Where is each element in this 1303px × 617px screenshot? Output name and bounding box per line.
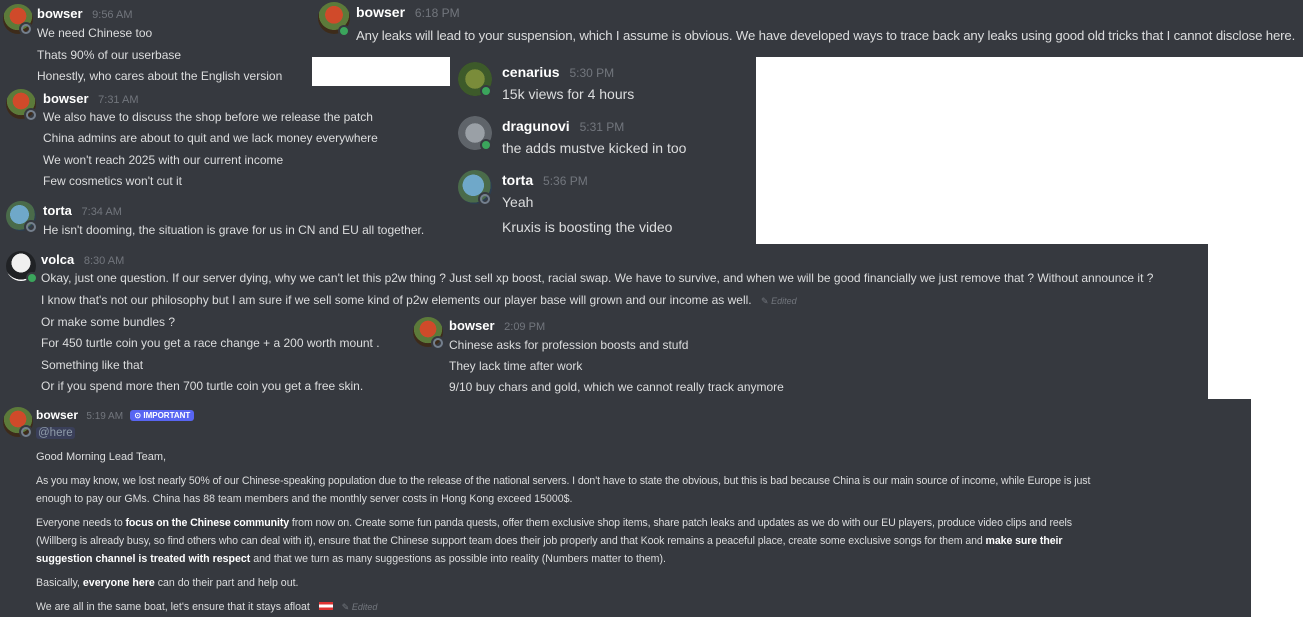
message-panel-a: bowser 9:56 AM We need Chinese too Thats… <box>0 0 312 86</box>
message-header: bowser 2:09 PM <box>449 318 545 333</box>
important-badge: ⊙ IMPORTANT <box>130 410 195 421</box>
online-status-icon <box>338 25 350 37</box>
offline-status-icon <box>480 194 490 204</box>
timestamp: 5:36 PM <box>543 174 588 188</box>
message-panel-f: bowser 5:19 AM ⊙ IMPORTANT @here Good Mo… <box>0 399 1251 617</box>
online-status-icon <box>26 272 38 284</box>
message-line: Thats 90% of our userbase <box>37 48 182 62</box>
message-line: (Willberg is already busy, so find other… <box>36 535 1063 547</box>
message-text: I know that's not our philosophy but I a… <box>41 293 752 307</box>
timestamp: 5:31 PM <box>579 120 625 134</box>
timestamp: 5:19 AM <box>86 411 124 422</box>
flag-emoji-icon <box>318 602 333 610</box>
message-line: China admins are about to quit and we la… <box>43 131 378 145</box>
online-status-icon <box>480 139 492 151</box>
message-line: Any leaks will lead to your suspension, … <box>356 28 1296 43</box>
timestamp: 7:31 AM <box>98 94 139 106</box>
message-panel-e: volca 8:30 AM Okay, just one question. I… <box>0 244 1208 399</box>
message-line: Or if you spend more then 700 turtle coi… <box>41 379 364 393</box>
message-line: @here <box>36 427 75 439</box>
message-line: Something like that <box>41 358 144 372</box>
message-header: dragunovi 5:31 PM <box>502 118 624 134</box>
message-line: For 450 turtle coin you get a race chang… <box>41 336 380 350</box>
message-line: Honestly, who cares about the English ve… <box>37 69 283 83</box>
username[interactable]: bowser <box>356 4 405 20</box>
offline-status-icon <box>21 24 31 34</box>
message-panel-d: cenarius 5:30 PM 15k views for 4 hours d… <box>450 57 756 244</box>
username[interactable]: bowser <box>37 6 83 21</box>
message-line: As you may know, we lost nearly 50% of o… <box>36 475 1091 487</box>
message-line: Everyone needs to focus on the Chinese c… <box>36 517 1072 529</box>
message-line: suggestion channel is treated with respe… <box>36 553 666 565</box>
message-header: cenarius 5:30 PM <box>502 64 614 80</box>
username[interactable]: cenarius <box>502 64 560 80</box>
message-line: Or make some bundles ? <box>41 315 176 329</box>
username[interactable]: dragunovi <box>502 118 570 134</box>
message-line: Okay, just one question. If our server d… <box>41 271 1154 285</box>
message-line: enough to pay our GMs. China has 88 team… <box>36 493 573 505</box>
online-status-icon <box>480 85 492 97</box>
message-line: We won't reach 2025 with our current inc… <box>43 153 284 167</box>
message-line: Kruxis is boosting the video <box>502 219 673 235</box>
edited-indicator: ✎ Edited <box>761 296 797 306</box>
message-header: bowser 9:56 AM <box>37 6 133 21</box>
username[interactable]: bowser <box>43 91 89 106</box>
pencil-icon: ✎ <box>341 602 350 612</box>
message-line: Yeah <box>502 194 534 210</box>
message-line: We need Chinese too <box>37 26 153 40</box>
username[interactable]: torta <box>502 172 533 188</box>
timestamp: 7:34 AM <box>81 206 122 218</box>
timestamp: 6:18 PM <box>414 6 460 20</box>
message-line: 9/10 buy chars and gold, which we cannot… <box>449 380 784 394</box>
message-header: volca 8:30 AM <box>41 252 124 267</box>
message-line: the adds mustve kicked in too <box>502 140 687 156</box>
message-line: He isn't dooming, the situation is grave… <box>43 223 425 237</box>
message-line: We are all in the same boat, let's ensur… <box>36 601 378 613</box>
username[interactable]: bowser <box>449 318 495 333</box>
username[interactable]: volca <box>41 252 74 267</box>
message-line: I know that's not our philosophy but I a… <box>41 293 797 307</box>
timestamp: 2:09 PM <box>504 321 546 333</box>
message-line: We also have to discuss the shop before … <box>43 110 373 124</box>
message-line: Few cosmetics won't cut it <box>43 174 182 188</box>
here-mention[interactable]: @here <box>36 427 75 439</box>
username[interactable]: torta <box>43 203 72 218</box>
message-line: They lack time after work <box>449 359 583 373</box>
timestamp: 9:56 AM <box>92 9 133 21</box>
message-header: torta 5:36 PM <box>502 172 588 188</box>
message-header: torta 7:34 AM <box>43 203 122 218</box>
offline-status-icon <box>433 338 443 348</box>
message-header: bowser 6:18 PM <box>356 4 460 20</box>
message-header: bowser 7:31 AM <box>43 91 139 106</box>
timestamp: 8:30 AM <box>83 255 125 267</box>
pencil-icon: ✎ <box>761 296 769 306</box>
message-line: Basically, everyone here can do their pa… <box>36 577 299 589</box>
username[interactable]: bowser <box>36 408 78 422</box>
offline-status-icon <box>21 427 31 437</box>
message-line: Good Morning Lead Team, <box>36 451 167 463</box>
message-header: bowser 5:19 AM ⊙ IMPORTANT <box>36 408 195 422</box>
offline-status-icon <box>26 222 36 232</box>
message-panel-b: bowser 6:18 PM Any leaks will lead to yo… <box>312 0 1303 57</box>
timestamp: 5:30 PM <box>569 66 615 80</box>
message-line: Chinese asks for profession boosts and s… <box>449 338 689 352</box>
offline-status-icon <box>26 110 36 120</box>
message-panel-c: bowser 7:31 AM We also have to discuss t… <box>0 86 450 244</box>
message-line: 15k views for 4 hours <box>502 86 635 102</box>
edited-indicator: ✎ Edited <box>341 602 378 612</box>
